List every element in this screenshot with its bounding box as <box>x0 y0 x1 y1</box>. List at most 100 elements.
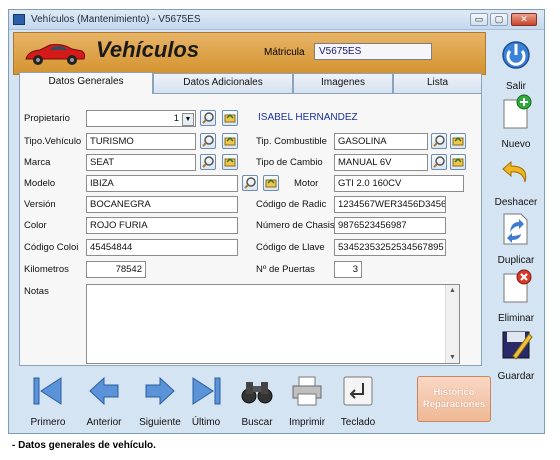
new-document-icon <box>503 94 532 129</box>
modelo-field[interactable]: IBIZA <box>86 175 238 192</box>
marca-field[interactable]: SEAT <box>86 154 196 171</box>
codigo-radio-label: Código de Radic <box>256 199 327 210</box>
undo-icon <box>502 160 527 183</box>
guardar-label: Guardar <box>497 371 535 382</box>
historico-reparaciones-button[interactable]: Histórico Reparaciones <box>417 376 491 422</box>
main-window: Vehículos (Mantenimiento) - V5675ES ▭ ▢ … <box>8 9 545 434</box>
open-folder-icon[interactable] <box>222 110 238 126</box>
buscar-button[interactable]: Buscar <box>230 372 284 430</box>
anterior-label: Anterior <box>86 417 122 428</box>
maximize-button[interactable]: ▢ <box>490 13 508 26</box>
first-record-icon <box>33 377 62 405</box>
open-folder-icon[interactable] <box>222 154 238 170</box>
tab-bar: Datos Generales Datos Adicionales Imagen… <box>19 72 482 94</box>
tab-imagenes[interactable]: Imagenes <box>293 73 393 93</box>
codigo-llave-label: Código de Llave <box>256 242 325 253</box>
notas-scrollbar[interactable]: ▲ ▼ <box>445 285 459 363</box>
scroll-down-icon[interactable]: ▼ <box>449 354 456 361</box>
eliminar-button[interactable]: Eliminar <box>487 264 545 324</box>
anterior-button[interactable]: Anterior <box>77 372 131 430</box>
tipo-vehiculo-field[interactable]: TURISMO <box>86 133 196 150</box>
next-arrow-icon <box>145 376 175 406</box>
propietario-value: 1 <box>173 113 179 124</box>
power-icon <box>502 41 530 69</box>
duplicate-icon <box>503 213 528 245</box>
window-title: Vehículos (Mantenimiento) - V5675ES <box>31 14 201 25</box>
salir-button[interactable]: Salir <box>487 32 545 92</box>
tipo-vehiculo-label: Tipo.Vehículo <box>24 136 82 147</box>
codigo-radio-field[interactable]: 1234567WER3456D3456 <box>334 196 446 213</box>
primero-label: Primero <box>30 417 66 428</box>
codigo-color-field[interactable]: 45454844 <box>86 239 238 256</box>
guardar-button[interactable]: Guardar <box>487 322 545 382</box>
propietario-label: Propietario <box>24 113 70 124</box>
imprimir-label: Imprimir <box>288 417 326 428</box>
buscar-label: Buscar <box>241 417 273 428</box>
kilometros-field[interactable]: 78542 <box>86 261 146 278</box>
version-field[interactable]: BOCANEGRA <box>86 196 238 213</box>
title-bar: Vehículos (Mantenimiento) - V5675ES ▭ ▢ … <box>9 10 544 30</box>
propietario-select[interactable]: 1 ▼ <box>86 110 196 127</box>
imprimir-button[interactable]: Imprimir <box>280 372 334 430</box>
tip-combustible-label: Tip. Combustible <box>256 136 327 147</box>
historico-label-line2: Reparaciones <box>422 399 486 410</box>
header-banner: Vehículos Mátricula V5675ES <box>13 32 486 75</box>
search-icon[interactable] <box>200 110 216 126</box>
ultimo-label: Último <box>191 417 221 428</box>
color-field[interactable]: ROJO FURIA <box>86 217 238 234</box>
notas-textarea[interactable]: ▲ ▼ <box>86 284 460 364</box>
search-icon[interactable] <box>242 175 258 191</box>
primero-button[interactable]: Primero <box>21 372 75 430</box>
codigo-color-label: Código Coloi <box>24 242 79 253</box>
tipo-cambio-field[interactable]: MANUAL 6V <box>334 154 428 171</box>
search-icon[interactable] <box>431 133 447 149</box>
motor-field[interactable]: GTI 2.0 160CV <box>334 175 464 192</box>
open-folder-icon[interactable] <box>263 175 279 191</box>
figure-caption: - Datos generales de vehículo. <box>12 440 156 451</box>
teclado-button[interactable]: Teclado <box>331 372 385 430</box>
delete-icon <box>503 269 532 303</box>
close-button[interactable]: ✕ <box>511 13 537 26</box>
search-icon[interactable] <box>200 133 216 149</box>
modelo-label: Modelo <box>24 178 56 189</box>
nuevo-button[interactable]: Nuevo <box>487 90 545 150</box>
duplicar-button[interactable]: Duplicar <box>487 206 545 266</box>
motor-label: Motor <box>294 178 319 189</box>
tip-combustible-field[interactable]: GASOLINA <box>334 133 428 150</box>
kilometros-label: Kilometros <box>24 264 69 275</box>
numero-chasis-label: Número de Chasis <box>256 220 335 231</box>
historico-label-line1: Histórico <box>433 387 475 398</box>
teclado-label: Teclado <box>340 417 376 428</box>
app-icon <box>13 14 25 25</box>
minimize-button[interactable]: ▭ <box>470 13 488 26</box>
search-icon[interactable] <box>431 154 447 170</box>
page-title: Vehículos <box>96 37 200 62</box>
marca-label: Marca <box>24 157 51 168</box>
color-label: Color <box>24 220 47 231</box>
tipo-cambio-label: Tipo de Cambio <box>256 157 323 168</box>
chevron-down-icon[interactable]: ▼ <box>182 113 194 126</box>
version-label: Versión <box>24 199 56 210</box>
tab-datos-adicionales[interactable]: Datos Adicionales <box>153 73 293 93</box>
numero-chasis-field[interactable]: 9876523456987 <box>334 217 446 234</box>
binoculars-icon <box>241 382 273 404</box>
open-folder-icon[interactable] <box>222 133 238 149</box>
codigo-llave-field[interactable]: 53452353252534567895 <box>334 239 446 256</box>
deshacer-button[interactable]: Deshacer <box>487 148 545 208</box>
previous-arrow-icon <box>89 376 119 406</box>
ultimo-button[interactable]: Último <box>179 372 233 430</box>
propietario-name: ISABEL HERNANDEZ <box>258 112 358 123</box>
matricula-field[interactable]: V5675ES <box>314 43 432 60</box>
enter-key-icon <box>343 376 373 406</box>
open-folder-icon[interactable] <box>450 154 466 170</box>
save-icon <box>502 331 533 360</box>
notas-label: Notas <box>24 286 49 297</box>
tab-lista[interactable]: Lista <box>393 73 482 93</box>
puertas-label: Nº de Puertas <box>256 264 315 275</box>
scroll-up-icon[interactable]: ▲ <box>449 287 456 294</box>
search-icon[interactable] <box>200 154 216 170</box>
tab-datos-generales[interactable]: Datos Generales <box>19 72 153 94</box>
puertas-field[interactable]: 3 <box>334 261 362 278</box>
open-folder-icon[interactable] <box>450 133 466 149</box>
matricula-label: Mátricula <box>264 47 305 58</box>
